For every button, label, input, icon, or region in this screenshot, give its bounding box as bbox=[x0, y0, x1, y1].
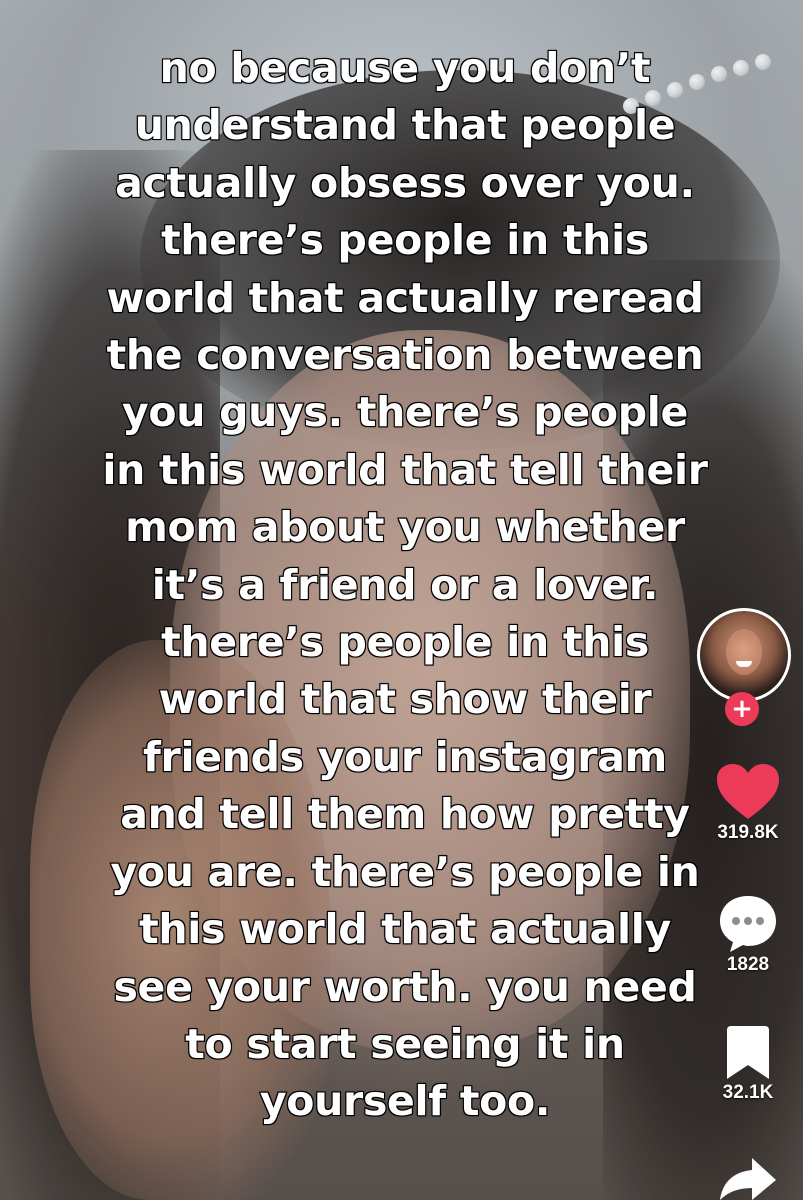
share-button[interactable] bbox=[693, 1156, 803, 1200]
bookmark-icon bbox=[727, 1026, 769, 1079]
caption-line: actually obsess over you. bbox=[114, 158, 696, 208]
follow-button[interactable]: + bbox=[725, 692, 759, 726]
plus-icon: + bbox=[731, 694, 753, 724]
caption-line: it’s a friend or a lover. bbox=[151, 560, 660, 610]
creator-avatar[interactable] bbox=[697, 608, 791, 702]
action-sidebar: + 319.8K 1828 32.1K bbox=[693, 600, 803, 1200]
creator-profile[interactable]: + bbox=[697, 608, 793, 726]
comment-count: 1828 bbox=[726, 954, 770, 975]
caption-line: yourself too. bbox=[259, 1076, 552, 1126]
caption-line: the conversation between bbox=[105, 330, 704, 380]
caption-line: see your worth. you need bbox=[112, 961, 698, 1011]
like-count: 319.8K bbox=[717, 822, 779, 843]
save-button[interactable]: 32.1K bbox=[693, 1024, 803, 1104]
comment-bubble-icon bbox=[720, 896, 776, 952]
caption-line: this world that actually bbox=[138, 904, 672, 954]
caption-line: no because you don’t bbox=[159, 43, 652, 93]
like-button[interactable]: 319.8K bbox=[693, 762, 803, 844]
caption-line: world that actually reread bbox=[105, 273, 705, 323]
share-arrow-icon bbox=[720, 1158, 776, 1200]
caption-line: mom about you whether bbox=[124, 502, 686, 552]
caption-line: and tell them how pretty bbox=[119, 789, 691, 839]
caption-line: friends your instagram bbox=[142, 732, 668, 782]
heart-icon bbox=[717, 764, 779, 819]
caption-line: world that show their bbox=[158, 674, 653, 724]
caption-line: you are. there’s people in bbox=[109, 847, 701, 897]
caption-line: you guys. there’s people bbox=[121, 387, 690, 437]
caption-line: there’s people in this bbox=[160, 617, 650, 667]
save-count: 32.1K bbox=[722, 1082, 774, 1103]
video-caption: no because you don’t understand that peo… bbox=[60, 40, 750, 1131]
avatar-face bbox=[726, 629, 762, 675]
comment-button[interactable]: 1828 bbox=[693, 892, 803, 976]
caption-line: understand that people bbox=[134, 100, 677, 150]
caption-line: to start seeing it in bbox=[184, 1019, 626, 1069]
caption-line: there’s people in this bbox=[160, 215, 650, 265]
caption-line: in this world that tell their bbox=[101, 445, 709, 495]
